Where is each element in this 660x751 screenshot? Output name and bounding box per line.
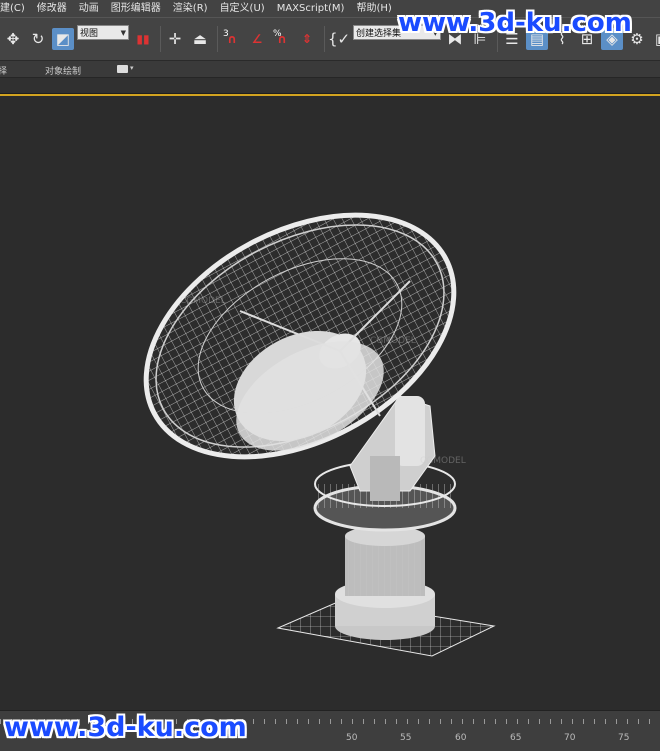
timeline-tick <box>594 719 595 724</box>
timeline-label: 70 <box>564 733 576 743</box>
timeline-tick <box>297 719 298 724</box>
timeline-tick <box>330 719 331 724</box>
timeline-tick <box>253 719 254 724</box>
timeline-tick <box>308 719 309 724</box>
satellite-dish-model <box>143 212 496 657</box>
separator <box>160 26 161 52</box>
timeline-tick <box>561 719 562 724</box>
site-watermark-bottom: www.3d-ku.com <box>4 712 247 743</box>
ribbon-panel <box>0 78 660 94</box>
snap-dimension-label: 3 <box>223 29 229 39</box>
tab-object-paint[interactable]: 对象绘制 <box>45 64 81 77</box>
timeline-tick <box>473 719 474 724</box>
rotate-icon[interactable]: ↻ <box>27 28 49 50</box>
timeline-tick <box>0 719 1 724</box>
timeline-tick <box>275 719 276 724</box>
timeline-tick <box>605 719 606 724</box>
timeline-tick <box>528 719 529 724</box>
menu-rendering[interactable]: 渲染(R) <box>167 0 214 17</box>
percent-snap-label: % <box>273 29 282 39</box>
timeline-tick <box>352 719 353 724</box>
timeline-tick <box>286 719 287 724</box>
timeline-tick <box>506 719 507 724</box>
timeline-tick <box>495 719 496 724</box>
percent-snap-icon[interactable]: % ∩ <box>271 28 293 50</box>
tab-selection[interactable]: 择 <box>0 64 7 77</box>
timeline-tick <box>583 719 584 724</box>
menu-maxscript[interactable]: MAXScript(M) <box>271 0 351 17</box>
timeline-tick <box>363 719 364 724</box>
angle-snap-icon[interactable]: ∠ <box>246 28 268 50</box>
timeline-label: 75 <box>618 733 630 743</box>
timeline-label: 65 <box>510 733 522 743</box>
timeline-label: 50 <box>346 733 358 743</box>
timeline-tick <box>539 719 540 724</box>
separator <box>324 26 325 52</box>
keyboard-shortcut-icon[interactable]: ⏏ <box>189 28 211 50</box>
timeline-tick <box>407 719 408 724</box>
timeline-tick <box>572 719 573 724</box>
timeline-tick <box>649 719 650 724</box>
menu-graph-editors[interactable]: 图形编辑器 <box>105 0 167 17</box>
select-manipulate-icon[interactable]: ✛ <box>164 28 186 50</box>
pivot-icon[interactable]: ▮▮ <box>132 28 154 50</box>
timeline-tick <box>374 719 375 724</box>
reference-coordinate-dropdown[interactable]: 视图 ▼ <box>77 24 129 40</box>
timeline-tick <box>385 719 386 724</box>
snap-toggle-icon[interactable]: 3 ∩ <box>221 28 243 50</box>
ribbon-tabs: 择 对象绘制 ▾ <box>0 61 660 78</box>
timeline-tick <box>396 719 397 724</box>
move-icon[interactable]: ✥ <box>2 28 24 50</box>
ribbon-toggle-icon[interactable] <box>117 65 128 73</box>
perspective-viewport[interactable]: CGMODEL CGMODEL CGMODEL <box>0 94 660 710</box>
timeline-tick <box>451 719 452 724</box>
timeline-tick <box>341 719 342 724</box>
timeline-tick <box>550 719 551 724</box>
render-icon[interactable]: ▣ <box>651 28 660 50</box>
scale-icon[interactable]: ◩ <box>52 28 74 50</box>
menu-customize[interactable]: 自定义(U) <box>214 0 271 17</box>
chevron-down-icon[interactable]: ▾ <box>130 64 134 72</box>
site-watermark-top: www.3d-ku.com <box>398 8 632 38</box>
named-selection-value: 创建选择集 <box>356 28 402 39</box>
timeline-tick <box>517 719 518 724</box>
timeline-tick <box>264 719 265 724</box>
timeline-tick <box>638 719 639 724</box>
timeline-tick <box>319 719 320 724</box>
timeline-tick <box>627 719 628 724</box>
timeline-tick <box>440 719 441 724</box>
timeline-tick <box>462 719 463 724</box>
timeline-tick <box>616 719 617 724</box>
timeline-label: 60 <box>455 733 467 743</box>
timeline-label: 55 <box>400 733 412 743</box>
chevron-down-icon: ▼ <box>120 28 126 37</box>
timeline-tick <box>484 719 485 724</box>
model-watermark-text: CGMODEL <box>420 456 466 466</box>
menu-help[interactable]: 帮助(H) <box>350 0 397 17</box>
spinner-snap-icon[interactable]: ⇕ <box>296 28 318 50</box>
edit-named-selection-icon[interactable]: {✓ <box>328 28 350 50</box>
separator <box>217 26 218 52</box>
reference-coordinate-value: 视图 <box>80 28 99 39</box>
menu-create[interactable]: 建(C) <box>0 0 31 17</box>
timeline-tick <box>418 719 419 724</box>
model-watermark-text: CGMODEL <box>370 336 416 346</box>
menu-animation[interactable]: 动画 <box>73 0 105 17</box>
timeline-tick <box>429 719 430 724</box>
model-watermark-text: CGMODEL <box>180 296 226 306</box>
menu-modifiers[interactable]: 修改器 <box>31 0 73 17</box>
